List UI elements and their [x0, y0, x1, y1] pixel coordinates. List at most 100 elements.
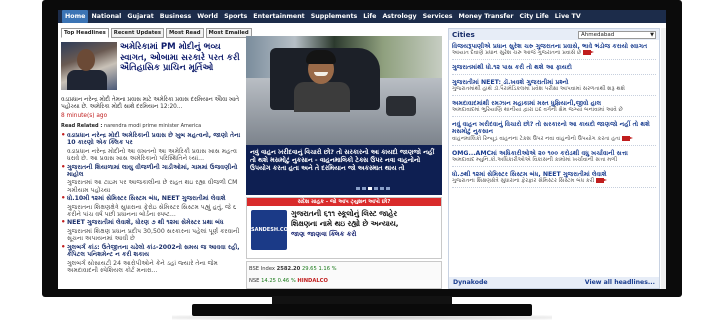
nav-item-national[interactable]: National — [88, 10, 124, 23]
slide-dot[interactable] — [356, 187, 360, 190]
stage: Home National Gujarat Business World Spo… — [0, 0, 720, 322]
feature-caption[interactable]: નવું વાહન ખરીદવાનું વિચારો છો? તો સરકારન… — [246, 145, 442, 195]
city-news-summary: ગુજરાતમાંથી હાથે ડૉ.પૈરામેડિકલમાં પ્રવેશ… — [452, 86, 625, 93]
city-news-headline[interactable]: નવું વાહન ખરીદવાનું વિચારો છો? તો સરકારન… — [452, 121, 656, 136]
list-item[interactable]: • NEET ગુજરાતીમાં લેવાશે, ધોરણ ૭ થી ૧૨મા … — [61, 219, 243, 227]
slide-dot-active[interactable] — [368, 187, 372, 190]
market-value-bse: 2582.20 — [276, 266, 301, 272]
market-label-bse: BSE — [249, 266, 260, 272]
nav-item-services[interactable]: Services — [420, 10, 456, 23]
nav-item-gujarat[interactable]: Gujarat — [124, 10, 156, 23]
man-smile — [314, 72, 328, 76]
lead-image-face — [77, 49, 95, 71]
market-index-label: Index — [260, 266, 275, 272]
man-hair — [306, 50, 336, 64]
list-item[interactable]: ધો.૭થી ૧૨માં સેમિસ્ટર સિસ્ટમ બંધ, NEET ગ… — [452, 171, 656, 189]
slide-dots — [356, 187, 390, 190]
market-pct-nse: 0.46 % — [277, 278, 296, 284]
slide-dot[interactable] — [362, 187, 366, 190]
city-news-headline[interactable]: OMG...AMCમાં અધિકારીઓએ ૨૦ ૧૦૦ કરોડથી વધુ… — [452, 150, 656, 157]
nav-item-business[interactable]: Business — [157, 10, 194, 23]
nav-item-sports[interactable]: Sports — [221, 10, 250, 23]
dynakode-link[interactable]: Dynakode — [453, 279, 488, 286]
news-summary: ગુલબર્ગ સોસાયટી 24 આરોપીઓને કેને ડહાં જ્… — [67, 259, 218, 274]
feature-photo[interactable] — [246, 36, 442, 145]
market-row-nse: NSE 14.25 0.46 % HINDALCO — [249, 278, 328, 284]
view-all-headlines-link[interactable]: View all headlines... — [585, 279, 655, 286]
video-icon[interactable] — [596, 178, 608, 184]
slide-dot[interactable] — [374, 187, 378, 190]
tab-most-read[interactable]: Most Read — [166, 28, 204, 38]
news-headline[interactable]: ધો.10મી ૧૨માં સેમિસ્ટર સિસ્ટમ બંધ, NEET … — [67, 195, 243, 202]
ad-box[interactable]: સંદેશ ગ્રાહક - જો આપ ટ્યુશન આપો છો? SAND… — [246, 197, 442, 259]
feature-column: નવું વાહન ખરીદવાનું વિચારો છો? તો સરકારન… — [246, 28, 442, 289]
list-item[interactable]: • ધો.10મી ૧૨માં સેમિસ્ટર સિસ્ટમ બંધ, NEET… — [61, 194, 243, 202]
video-icon[interactable] — [583, 50, 595, 56]
city-news-summary-text: ગુજરાતના શિક્ષણક્ષેત્રે સુધારાના ફેરફાર … — [452, 178, 595, 185]
list-item[interactable]: OMG...AMCમાં અધિકારીઓએ ૨૦ ૧૦૦ કરોડથી વધુ… — [452, 150, 656, 167]
news-summary: ગુજરાતના શિક્ષણક્ષેત્રે સુધારાના ફેરોઇ સ… — [67, 203, 237, 219]
market-row-bse: BSE Index 2582.20 29.65 1.16 % — [249, 266, 337, 272]
market-tag-hindalco[interactable]: HINDALCO — [297, 278, 327, 284]
news-summary: ગુજરાતમાં શિક્ષણ પ્રધાન પ્રદીપ 30,500 સર… — [67, 227, 240, 243]
ad-strip[interactable]: સંદેશ ગ્રાહક - જો આપ ટ્યુશન આપો છો? — [247, 198, 441, 206]
ad-line-2: શિક્ષણના નામે થઇ રહ્યો છે અન્યાય, — [291, 219, 399, 228]
nav-item-life[interactable]: Life — [360, 10, 379, 23]
list-item[interactable]: • વડાપ્રધાન નરેન્દ્ર મોદી અમેરિકાની પ્રવા… — [61, 131, 243, 147]
list-item[interactable]: ગુજરાતીમાં NEET: ડૉ.ખવશે ગુજરાતીમાં પ્રશ… — [452, 79, 656, 96]
tab-recent-updates[interactable]: Recent Updates — [110, 28, 165, 38]
city-news-summary: વાહનમાલિકો રિન્યૂડ વાહનના ટેક્સ ઉપર નવા … — [452, 135, 656, 143]
city-news-headline[interactable]: ગુજરાતમાંથી ધો.૧૨ પાસ કરી તો થશે આ ફાયદો — [452, 64, 656, 71]
city-news-summary-text: વાહનમાલિકો રિન્યૂડ વાહનના ટેક્સ ઉપર નવા … — [452, 135, 621, 142]
slide-dot[interactable] — [386, 187, 390, 190]
cities-title: Cities — [452, 30, 475, 39]
news-headline[interactable]: ગુજરાતની શિયાળામાં લાયુ વીજળીની ગાડીઓમાં… — [67, 164, 243, 179]
city-news-summary: અમદાવાદ મ્યુનિ.કો.અધિકારીઓએ વિકાસની કામો… — [452, 157, 618, 164]
read-related-links[interactable]: narendra modi prime minister America — [104, 123, 201, 129]
news-headline[interactable]: વડાપ્રધાન નરેન્દ્ર મોદી અમેરિકાની પ્રવાસ… — [67, 132, 243, 147]
city-news-summary: અમદાવાદમાં ભુરિયાણિ થાનીયા દ્વારા ઇદ વર્… — [452, 107, 623, 114]
tab-most-emailed[interactable]: Most Emailed — [205, 28, 252, 38]
nav-item-money-transfer[interactable]: Money Transfer — [456, 10, 517, 23]
cities-panel: Cities Ahmedabad ▼ વિજયરૂપાણીએ પ્રધાન સુ… — [448, 28, 660, 289]
tab-top-headlines[interactable]: Top Headlines — [61, 28, 109, 38]
read-related: Read Related : narendra modi prime minis… — [61, 123, 243, 129]
market-value-nse: 14.25 — [261, 278, 276, 284]
news-summary: વડાપ્રધાન નરેન્દ્ર મોદીનો આ વખતનો આ અમેર… — [67, 147, 237, 163]
city-news-summary-text: આયાત દેવાણે પ્રધાન સુરેશ ચરુ આજે ગુજરાતન… — [452, 50, 582, 57]
list-item[interactable]: અમદાવાદમાંથી રમઝાન મહાકામાં મસ્ત ધુમ્રિય… — [452, 100, 656, 118]
news-headline[interactable]: NEET ગુજરાતીમાં લેવાશે, ધોરણ ૭ થી ૧૨મા સ… — [67, 219, 243, 226]
city-select[interactable]: Ahmedabad ▼ — [578, 30, 656, 39]
nav-item-world[interactable]: World — [194, 10, 221, 23]
nav-item-live-tv[interactable]: Live TV — [552, 10, 584, 23]
city-news-headline[interactable]: ગુજરાતીમાં NEET: ડૉ.ખવશે ગુજરાતીમાં પ્રશ… — [452, 79, 656, 86]
cities-header: Cities Ahmedabad ▼ — [449, 29, 659, 40]
headline-tabs: Top Headlines Recent Updates Most Read M… — [61, 28, 252, 38]
video-icon[interactable] — [622, 135, 634, 141]
nav-item-astrology[interactable]: Astrology — [379, 10, 419, 23]
lead-story-title[interactable]: અમેરિકામાં PM મોદીનું ભવ્ય સ્વાગત, ઓબામા… — [120, 42, 242, 74]
ad-text[interactable]: ગુજરાતની ૬૧૧ સ્કૂલોનું લિસ્ટ જાહેર શિક્ષ… — [291, 209, 437, 239]
lead-story: અમેરિકામાં PM મોદીનું ભવ્ય સ્વાગત, ઓબામા… — [61, 42, 243, 122]
list-item[interactable]: ગુજરાતમાંથી ધો.૧૨ પાસ કરી તો થશે આ ફાયદો — [452, 64, 656, 75]
nav-item-city-life[interactable]: City Life — [517, 10, 552, 23]
list-item[interactable]: • ગુજરાતની શિયાળામાં લાયુ વીજળીની ગાડીઓમા… — [61, 163, 243, 179]
list-item[interactable]: વિજયરૂપાણીએ પ્રધાન સુરેશ ચરુ ગુજરાતના પ્… — [452, 43, 656, 61]
lead-image-suit — [67, 70, 107, 90]
nav-item-supplements[interactable]: Supplements — [308, 10, 361, 23]
ad-line-3[interactable]: જાણ જાણવા ક્લિક કરો — [291, 229, 437, 239]
city-news-summary: ગુજરાતના શિક્ષણક્ષેત્રે સુધારાના ફેરફાર … — [452, 178, 656, 185]
city-news-summary: આયાત દેવાણે પ્રધાન સુરેશ ચરુ આજે ગુજરાતન… — [452, 50, 656, 57]
headlines-column: Top Headlines Recent Updates Most Read M… — [61, 28, 252, 289]
nav-item-entertainment[interactable]: Entertainment — [250, 10, 307, 23]
slide-dot[interactable] — [380, 187, 384, 190]
chevron-down-icon: ▼ — [650, 31, 654, 38]
feature-caption-text[interactable]: નવું વાહન ખરીદવાનું વિચારો છો? તો સરકારન… — [250, 148, 438, 172]
nav-item-home[interactable]: Home — [62, 10, 89, 23]
news-summary: ગુજરાતમાં આ ટાઇમ પર આજકાલીના છે રાહત થઇ … — [67, 179, 238, 194]
market-change-bse: 29.65 — [301, 266, 317, 272]
news-headline[interactable]: ગુલબર્ગ કાંડ: ઉતેજીતના ચઢેલો કાંડ-2002નો… — [67, 244, 243, 259]
list-item[interactable]: નવું વાહન ખરીદવાનું વિચારો છો? તો સરકારન… — [452, 121, 656, 146]
list-item[interactable]: • ગુલબર્ગ કાંડ: ઉતેજીતના ચઢેલો કાંડ-2002ન… — [61, 243, 243, 259]
lead-story-image[interactable] — [61, 42, 117, 90]
